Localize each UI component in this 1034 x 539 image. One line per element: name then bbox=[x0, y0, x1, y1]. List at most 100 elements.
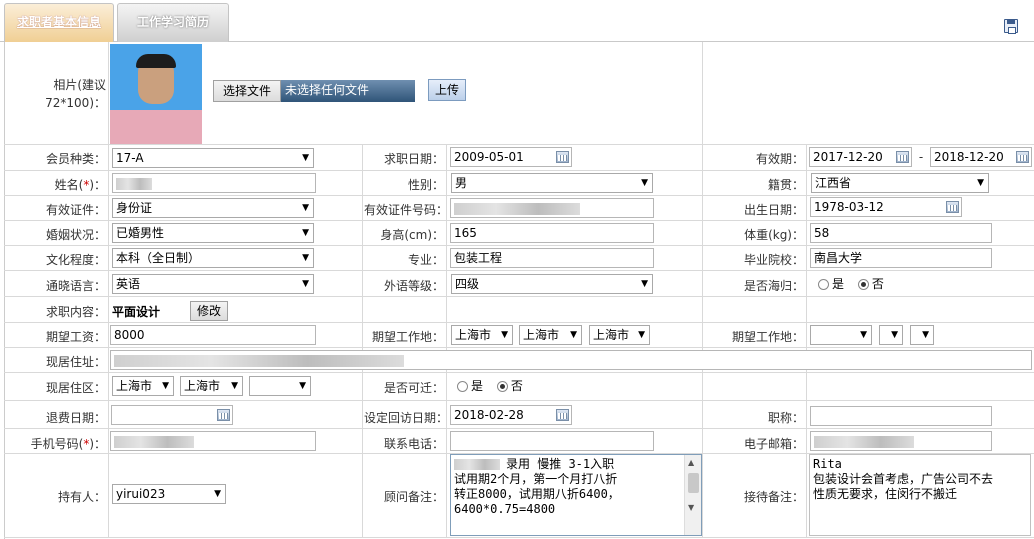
overseas-no-label: 否 bbox=[871, 277, 884, 291]
relocate-no-label: 否 bbox=[510, 379, 523, 393]
marital-select[interactable]: 已婚男性 bbox=[112, 223, 314, 243]
birth-date-value: 1978-03-12 bbox=[814, 200, 884, 214]
school-label: 毕业院校： bbox=[743, 253, 804, 267]
work-location-province[interactable]: 上海市 bbox=[451, 325, 513, 345]
relocate-no-radio[interactable] bbox=[496, 381, 508, 392]
row-divider bbox=[4, 270, 1034, 271]
upload-button[interactable]: 上传 bbox=[428, 79, 466, 101]
work-location2-province[interactable] bbox=[810, 325, 872, 345]
job-content-value: 平面设计 bbox=[112, 305, 161, 319]
scroll-up-icon[interactable]: ▲ bbox=[688, 458, 694, 467]
row-divider bbox=[4, 195, 1034, 196]
scrollbar-thumb[interactable] bbox=[688, 473, 699, 493]
language-level-label: 外语等级： bbox=[383, 279, 444, 293]
valid-to-input[interactable]: 2018-12-20 bbox=[930, 147, 1032, 167]
refund-date-input[interactable] bbox=[111, 405, 233, 425]
name-label-text: 姓名( bbox=[54, 178, 84, 192]
tab-basic-info[interactable]: 求职者基本信息 bbox=[4, 3, 114, 42]
calendar-icon[interactable] bbox=[1016, 151, 1029, 163]
relocate-yes-radio[interactable] bbox=[457, 381, 468, 392]
row-divider bbox=[4, 347, 1034, 348]
date-range-dash: - bbox=[918, 150, 924, 164]
redacted-note-name bbox=[454, 459, 500, 470]
birth-date-input[interactable]: 1978-03-12 bbox=[810, 197, 962, 217]
id-number-input[interactable] bbox=[450, 198, 654, 218]
gender-select[interactable]: 男 bbox=[451, 173, 653, 193]
overseas-no-radio[interactable] bbox=[857, 279, 869, 290]
work-location-district[interactable]: 上海市 bbox=[589, 325, 650, 345]
calendar-icon[interactable] bbox=[946, 201, 959, 213]
consultant-note-scrollbar[interactable]: ▲ ▼ bbox=[684, 455, 701, 535]
tab-basic-info-label: 求职者基本信息 bbox=[16, 15, 101, 29]
work-location-city[interactable]: 上海市 bbox=[519, 325, 582, 345]
holder-select[interactable]: yirui023 bbox=[112, 484, 226, 504]
birth-date-label: 出生日期： bbox=[743, 203, 804, 217]
photo-hair bbox=[136, 54, 176, 68]
member-photo bbox=[110, 44, 202, 144]
row-divider bbox=[4, 428, 1034, 429]
relocate-yes-label: 是 bbox=[471, 379, 484, 393]
education-label: 文化程度： bbox=[45, 253, 106, 267]
residence-province[interactable]: 上海市 bbox=[112, 376, 174, 396]
consultant-note-textarea[interactable]: 录用 慢推 3-1入职 试用期2个月，第一个月打八折 转正8000，试用期八折6… bbox=[450, 454, 702, 536]
row-divider bbox=[4, 296, 1034, 297]
mobile-label: 手机号码(*)： bbox=[10, 435, 106, 452]
education-select[interactable]: 本科（全日制） bbox=[112, 248, 314, 268]
mobile-label-end: )： bbox=[89, 437, 106, 451]
row-divider bbox=[4, 322, 1034, 323]
apply-date-input[interactable]: 2009-05-01 bbox=[450, 147, 572, 167]
major-input[interactable]: 包装工程 bbox=[450, 248, 654, 268]
member-type-select[interactable]: 17-A bbox=[112, 148, 314, 168]
language-level-select[interactable]: 四级 bbox=[451, 274, 653, 294]
mobile-label-text: 手机号码( bbox=[30, 437, 84, 451]
col-divider bbox=[702, 42, 703, 537]
valid-period-label: 有效期： bbox=[755, 152, 804, 166]
phone-input[interactable] bbox=[450, 431, 654, 451]
origin-select[interactable]: 江西省 bbox=[811, 173, 989, 193]
col-divider bbox=[806, 144, 807, 537]
choose-file-button[interactable]: 选择文件 bbox=[213, 80, 281, 102]
holder-label: 持有人： bbox=[57, 490, 106, 504]
name-input[interactable] bbox=[112, 173, 316, 193]
residence-city[interactable]: 上海市 bbox=[180, 376, 243, 396]
weight-input[interactable]: 58 bbox=[810, 223, 992, 243]
relocate-label: 是否可迁： bbox=[383, 381, 444, 395]
name-label: 姓名(*)： bbox=[10, 176, 106, 193]
calendar-icon[interactable] bbox=[556, 151, 569, 163]
valid-from-input[interactable]: 2017-12-20 bbox=[809, 147, 912, 167]
scroll-down-icon[interactable]: ▼ bbox=[688, 503, 694, 512]
school-input[interactable]: 南昌大学 bbox=[810, 248, 992, 268]
email-label: 电子邮箱： bbox=[743, 437, 804, 451]
salary-input[interactable]: 8000 bbox=[110, 325, 316, 345]
refund-date-label: 退费日期： bbox=[45, 411, 106, 425]
overseas-yes-radio[interactable] bbox=[818, 279, 829, 290]
email-input[interactable] bbox=[810, 431, 992, 451]
gender-label: 性别： bbox=[407, 178, 444, 192]
redacted-address bbox=[114, 354, 404, 367]
reception-note-textarea[interactable]: Rita 包装设计会首考虑，广告公司不去 性质无要求，住闵行不搬迁 bbox=[809, 454, 1031, 536]
height-input[interactable]: 165 bbox=[450, 223, 654, 243]
save-icon[interactable] bbox=[1004, 19, 1018, 34]
work-location2-district[interactable] bbox=[910, 325, 934, 345]
calendar-icon[interactable] bbox=[217, 409, 230, 421]
valid-to-value: 2018-12-20 bbox=[934, 150, 1004, 164]
language-select[interactable]: 英语 bbox=[112, 274, 314, 294]
address-input[interactable] bbox=[110, 350, 1032, 370]
calendar-icon[interactable] bbox=[896, 151, 909, 163]
work-location2-city[interactable] bbox=[879, 325, 903, 345]
col-divider bbox=[362, 144, 363, 537]
modify-button[interactable]: 修改 bbox=[190, 301, 228, 321]
mobile-input[interactable] bbox=[110, 431, 316, 451]
member-type-label: 会员种类： bbox=[45, 152, 106, 166]
residence-district[interactable] bbox=[249, 376, 311, 396]
calendar-icon[interactable] bbox=[556, 409, 569, 421]
overseas-yes-label: 是 bbox=[832, 277, 845, 291]
origin-label: 籍贯： bbox=[767, 178, 804, 192]
job-title-input[interactable] bbox=[810, 406, 992, 426]
revisit-date-input[interactable]: 2018-02-28 bbox=[450, 405, 572, 425]
id-type-select[interactable]: 身份证 bbox=[112, 198, 314, 218]
consultant-note-label: 顾问备注： bbox=[383, 490, 444, 504]
tab-work-history[interactable]: 工作学习简历 bbox=[117, 3, 229, 42]
height-label: 身高(cm)： bbox=[380, 228, 444, 242]
tab-bar: 求职者基本信息 工作学习简历 bbox=[0, 0, 1034, 42]
